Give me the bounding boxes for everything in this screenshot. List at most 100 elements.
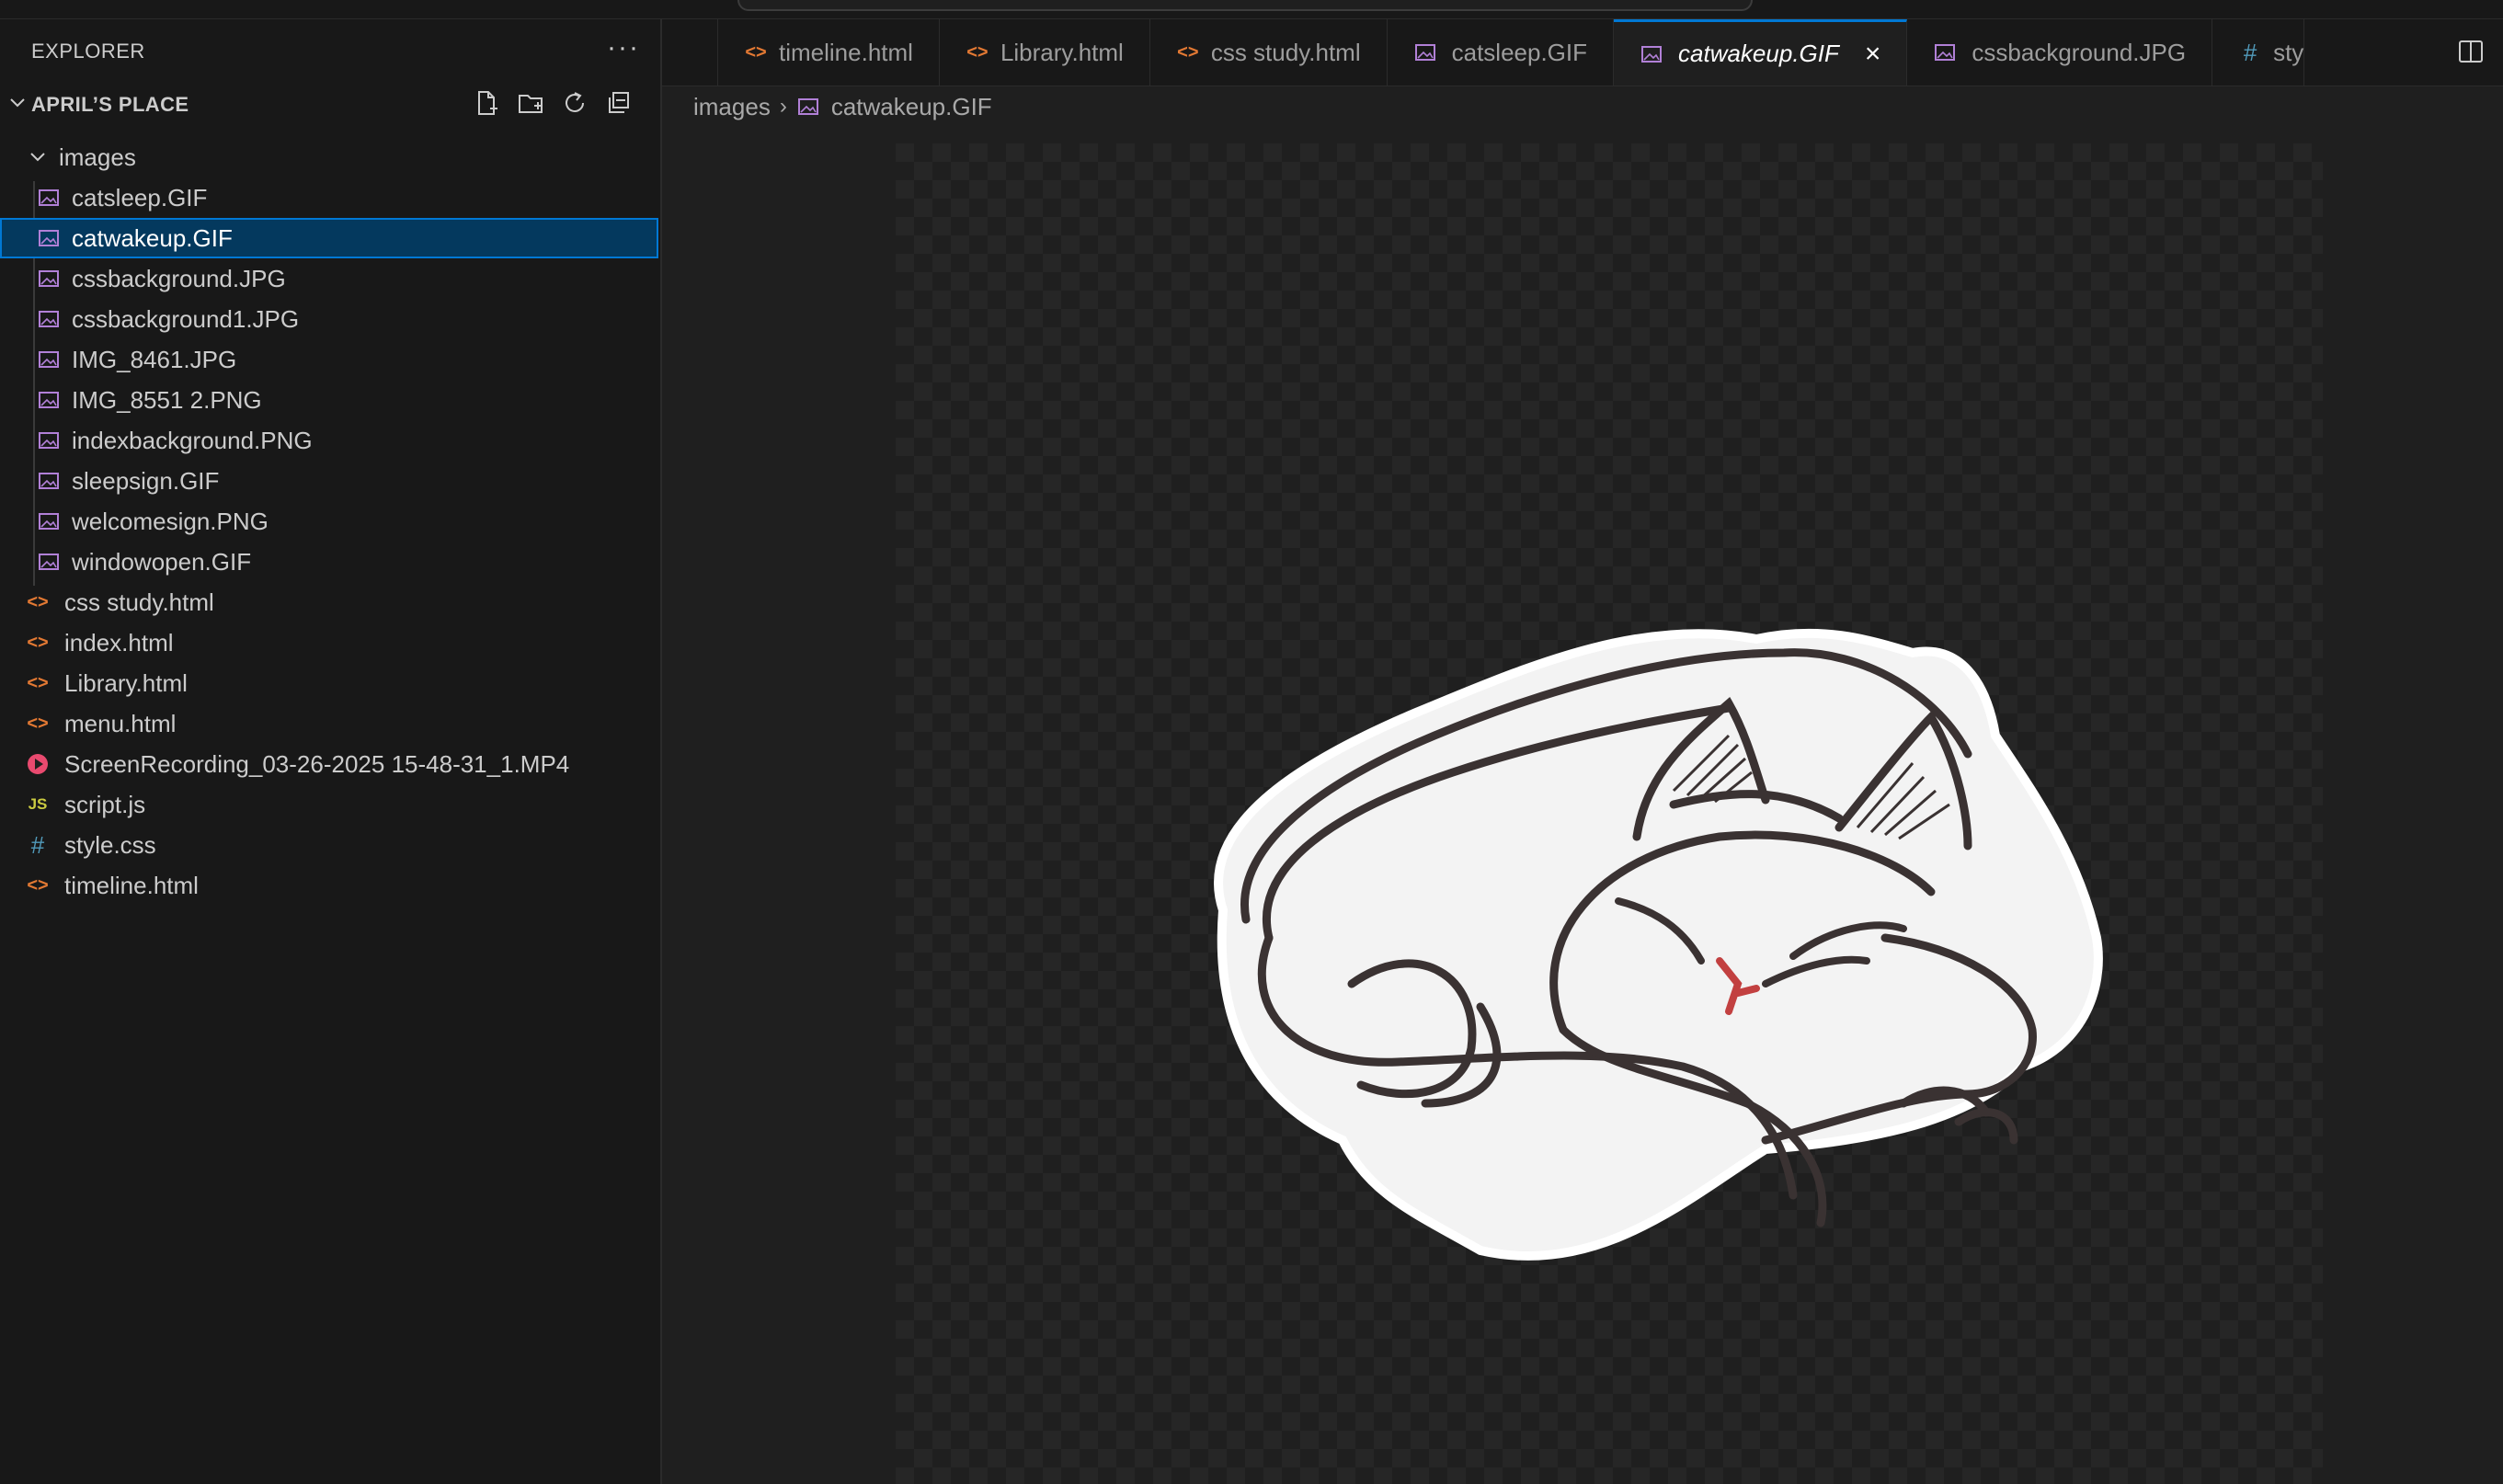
tree-item-image[interactable]: indexbackground.PNG bbox=[0, 420, 658, 461]
tree-item-image[interactable]: sleepsign.GIF bbox=[0, 461, 658, 501]
html-file-icon: <> bbox=[27, 632, 49, 653]
tree-item-image[interactable]: welcomesign.PNG bbox=[0, 501, 658, 542]
image-file-icon bbox=[39, 270, 59, 287]
tree-item-label: ScreenRecording_03-26-2025 15-48-31_1.MP… bbox=[64, 749, 570, 778]
tree-item-html[interactable]: <> css study.html bbox=[0, 582, 658, 622]
tab-label: cssbackground.JPG bbox=[1972, 38, 2187, 66]
image-file-icon bbox=[1414, 44, 1435, 61]
tab-css-study-html[interactable]: <> css study.html bbox=[1150, 19, 1388, 86]
title-bar bbox=[0, 0, 2503, 19]
image-file-icon bbox=[1641, 45, 1663, 63]
tree-item-image[interactable]: cssbackground.JPG bbox=[0, 258, 658, 299]
tree-item-html[interactable]: <> Library.html bbox=[0, 663, 658, 703]
tree-item-label: catsleep.GIF bbox=[72, 183, 208, 211]
css-file-icon: # bbox=[2243, 38, 2257, 66]
refresh-icon[interactable] bbox=[561, 89, 589, 117]
chevron-down-icon bbox=[10, 98, 25, 108]
explorer-sidebar: EXPLORER ··· APRIL’S PLACE images catsle… bbox=[0, 19, 662, 1484]
tree-item-label: catwakeup.GIF bbox=[72, 223, 233, 252]
html-file-icon: <> bbox=[966, 41, 989, 63]
image-file-icon bbox=[39, 351, 59, 368]
tab-label: Library.html bbox=[1000, 38, 1124, 66]
breadcrumb-folder[interactable]: images bbox=[693, 93, 771, 121]
tree-item-label: IMG_8551 2.PNG bbox=[72, 385, 262, 414]
tree-item-image-selected[interactable]: catwakeup.GIF bbox=[0, 218, 658, 258]
tab-cssbackground-jpg[interactable]: cssbackground.JPG bbox=[1907, 19, 2213, 86]
tree-item-label: menu.html bbox=[64, 709, 177, 737]
image-file-icon bbox=[39, 230, 59, 246]
workspace-folder-name: APRIL’S PLACE bbox=[31, 93, 189, 116]
tree-item-label: cssbackground1.JPG bbox=[72, 304, 300, 333]
close-icon[interactable]: × bbox=[1865, 39, 1881, 70]
html-file-icon: <> bbox=[27, 874, 49, 896]
tree-item-js[interactable]: JS script.js bbox=[0, 784, 658, 825]
tree-item-label: indexbackground.PNG bbox=[72, 426, 313, 454]
html-file-icon: <> bbox=[27, 672, 49, 693]
image-file-icon bbox=[1935, 44, 1956, 61]
tree-item-image[interactable]: cssbackground1.JPG bbox=[0, 299, 658, 339]
html-file-icon: <> bbox=[27, 591, 49, 612]
collapse-all-icon[interactable] bbox=[605, 89, 633, 117]
tree-item-html[interactable]: <> menu.html bbox=[0, 703, 658, 744]
tree-item-image[interactable]: IMG_8461.JPG bbox=[0, 339, 658, 380]
sleeping-cat-image bbox=[1214, 628, 2103, 1261]
image-file-icon bbox=[39, 311, 59, 327]
tab-timeline-html[interactable]: <> timeline.html bbox=[718, 19, 940, 86]
image-file-icon bbox=[39, 392, 59, 408]
tree-item-label: sleepsign.GIF bbox=[72, 466, 220, 495]
image-file-icon bbox=[39, 513, 59, 530]
workspace-folder-header[interactable]: APRIL’S PLACE bbox=[0, 84, 658, 124]
tab-library-html[interactable]: <> Library.html bbox=[940, 19, 1150, 86]
command-center[interactable] bbox=[737, 0, 1753, 11]
tree-item-image[interactable]: windowopen.GIF bbox=[0, 542, 658, 582]
image-file-icon bbox=[39, 189, 59, 206]
more-actions-button[interactable]: ··· bbox=[607, 32, 640, 63]
tab-catwakeup-gif[interactable]: catwakeup.GIF × bbox=[1614, 19, 1908, 86]
tree-item-image[interactable]: catsleep.GIF bbox=[0, 177, 658, 218]
video-file-icon bbox=[28, 754, 48, 774]
new-folder-icon[interactable] bbox=[517, 89, 544, 117]
tree-item-html[interactable]: <> index.html bbox=[0, 622, 658, 663]
breadcrumb: images › catwakeup.GIF bbox=[693, 88, 992, 125]
tree-item-label: images bbox=[59, 143, 136, 171]
tab-label: timeline.html bbox=[779, 38, 913, 66]
tree-item-label: windowopen.GIF bbox=[72, 547, 252, 576]
tree-item-label: IMG_8461.JPG bbox=[72, 345, 237, 373]
tree-item-label: script.js bbox=[64, 790, 146, 818]
tree-item-label: css study.html bbox=[64, 588, 214, 616]
breadcrumb-file[interactable]: catwakeup.GIF bbox=[831, 93, 992, 121]
tree-item-label: index.html bbox=[64, 628, 174, 656]
tree-item-label: style.css bbox=[64, 830, 156, 859]
html-file-icon: <> bbox=[1177, 41, 1199, 63]
js-file-icon: JS bbox=[28, 795, 48, 813]
tab-label: css study.html bbox=[1210, 38, 1361, 66]
image-file-icon bbox=[39, 473, 59, 489]
tab-style-css[interactable]: # sty bbox=[2212, 19, 2305, 86]
image-file-icon bbox=[39, 554, 59, 570]
explorer-title: EXPLORER bbox=[31, 40, 145, 63]
tree-item-label: Library.html bbox=[64, 668, 188, 697]
chevron-down-icon bbox=[30, 153, 45, 162]
css-file-icon: # bbox=[30, 830, 45, 859]
chevron-right-icon: › bbox=[779, 94, 787, 119]
tree-item-label: timeline.html bbox=[64, 871, 199, 899]
tab-catsleep-gif[interactable]: catsleep.GIF bbox=[1388, 19, 1615, 86]
html-file-icon: <> bbox=[27, 713, 49, 734]
new-file-icon[interactable] bbox=[473, 89, 500, 117]
tab-label: catwakeup.GIF bbox=[1678, 40, 1839, 67]
file-tree: images catsleep.GIF catwakeup.GIF cssbac… bbox=[0, 141, 658, 906]
tab-label: sty bbox=[2273, 38, 2304, 66]
tab-label: catsleep.GIF bbox=[1451, 38, 1588, 66]
split-editor-icon[interactable] bbox=[2457, 38, 2485, 65]
tab-bar-spacer bbox=[662, 19, 718, 86]
tree-item-image[interactable]: IMG_8551 2.PNG bbox=[0, 380, 658, 420]
tree-folder-images[interactable]: images bbox=[0, 137, 658, 177]
tree-item-label: welcomesign.PNG bbox=[72, 507, 269, 535]
image-file-icon bbox=[39, 432, 59, 449]
tree-item-html[interactable]: <> timeline.html bbox=[0, 865, 658, 906]
tree-item-css[interactable]: # style.css bbox=[0, 825, 658, 865]
html-file-icon: <> bbox=[745, 41, 767, 63]
image-file-icon bbox=[797, 98, 818, 115]
tree-item-video[interactable]: ScreenRecording_03-26-2025 15-48-31_1.MP… bbox=[0, 744, 658, 784]
tree-item-label: cssbackground.JPG bbox=[72, 264, 286, 292]
